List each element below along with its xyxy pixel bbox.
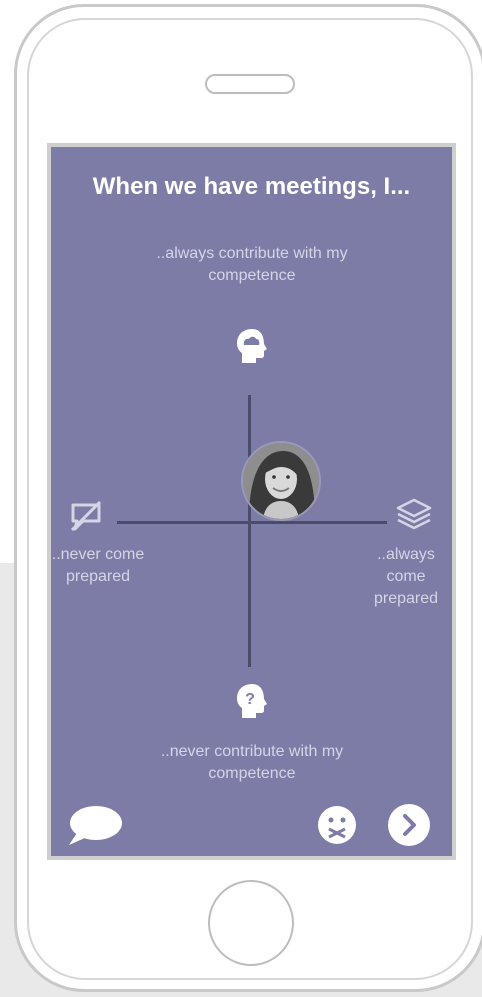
chevron-right-icon[interactable] — [387, 803, 431, 852]
chat-bubble-icon[interactable] — [67, 803, 123, 852]
axis-label-top: ..always contribute with my competence — [156, 245, 348, 284]
phone-speaker — [205, 74, 295, 94]
head-question-icon: ? — [234, 682, 270, 725]
home-button[interactable] — [208, 880, 294, 966]
no-chat-icon — [69, 499, 103, 538]
vertical-axis — [248, 395, 251, 667]
head-cloud-icon — [234, 327, 270, 370]
axis-label-bottom: ..never contribute with my competence — [160, 743, 344, 782]
axis-label-right: ..always come prepared — [373, 546, 439, 607]
app-screen: When we have meetings, I... ..always con… — [47, 143, 456, 860]
horizontal-axis — [117, 521, 387, 524]
sad-face-icon[interactable] — [317, 805, 357, 850]
layers-icon — [395, 497, 433, 540]
avatar[interactable] — [241, 441, 321, 521]
axis-label-left: ..never come prepared — [51, 546, 145, 585]
svg-text:?: ? — [245, 691, 255, 708]
question-title: When we have meetings, I... — [92, 173, 411, 200]
page: When we have meetings, I... ..always con… — [0, 0, 482, 997]
